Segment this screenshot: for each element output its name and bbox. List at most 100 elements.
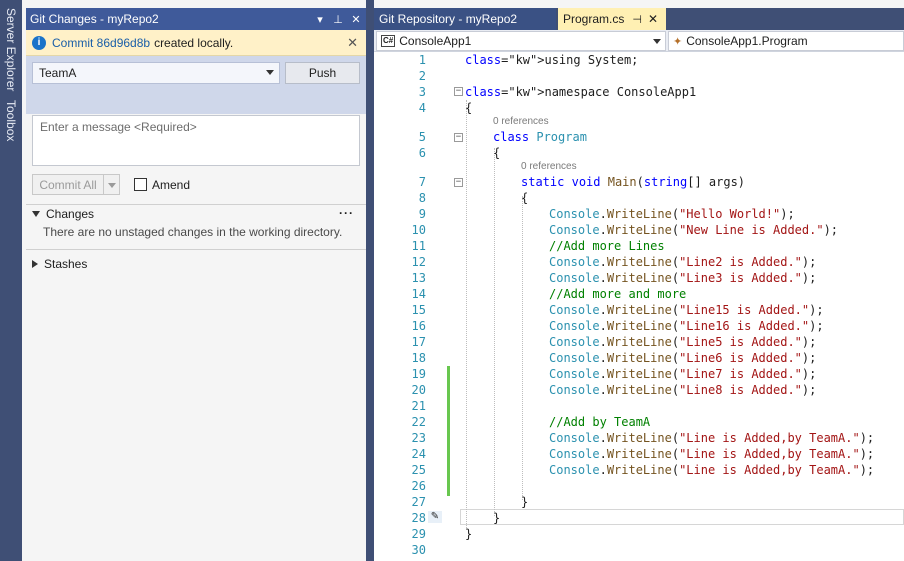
- server-explorer-tab[interactable]: Server Explorer: [0, 8, 22, 96]
- code-text: class Program: [493, 130, 587, 144]
- commit-options-dropdown[interactable]: [104, 174, 120, 195]
- code-text: Console.WriteLine("Hello World!");: [549, 207, 795, 221]
- tab-git-repository[interactable]: Git Repository - myRepo2: [374, 8, 556, 30]
- git-changes-title: Git Changes - myRepo2: [30, 12, 159, 26]
- branch-select[interactable]: TeamA: [32, 62, 280, 84]
- code-text: {: [465, 101, 473, 115]
- code-line[interactable]: 20 Console.WriteLine("Line8 is Added.");: [374, 382, 904, 398]
- class-label: ConsoleApp1.Program: [686, 34, 808, 48]
- line-number: 18: [411, 351, 426, 365]
- line-number: 1: [418, 53, 426, 67]
- toolbox-tab[interactable]: Toolbox: [0, 100, 22, 146]
- line-number: 15: [411, 303, 426, 317]
- line-number: 25: [411, 463, 426, 477]
- amend-checkbox[interactable]: [134, 178, 147, 191]
- code-line[interactable]: 8{: [374, 190, 904, 206]
- code-line[interactable]: 5 class Program: [374, 129, 904, 145]
- code-line[interactable]: 9 Console.WriteLine("Hello World!");: [374, 206, 904, 222]
- line-number: 8: [418, 191, 426, 205]
- more-options-icon[interactable]: ···: [339, 206, 354, 220]
- code-line[interactable]: 21: [374, 398, 904, 414]
- line-number: 12: [411, 255, 426, 269]
- code-text: Console.WriteLine("Line is Added,by Team…: [549, 431, 875, 445]
- code-line[interactable]: 29}: [374, 526, 904, 542]
- line-number: 26: [411, 479, 426, 493]
- commit-all-button[interactable]: Commit All: [32, 174, 104, 195]
- stashes-header[interactable]: Stashes: [32, 255, 360, 273]
- code-text: {: [521, 191, 529, 205]
- code-line[interactable]: 13 Console.WriteLine("Line3 is Added.");: [374, 270, 904, 286]
- dismiss-info-icon[interactable]: ✕: [347, 35, 358, 51]
- code-line[interactable]: 23 Console.WriteLine("Line is Added,by Te…: [374, 430, 904, 446]
- changes-note: There are no unstaged changes in the wor…: [43, 225, 343, 239]
- amend-option[interactable]: Amend: [134, 178, 190, 192]
- class-dropdown[interactable]: ✦ ConsoleApp1.Program: [668, 31, 904, 51]
- push-button[interactable]: Push: [285, 62, 360, 84]
- project-dropdown[interactable]: C# ConsoleApp1: [376, 31, 666, 51]
- code-line[interactable]: 19 Console.WriteLine("Line7 is Added.");: [374, 366, 904, 382]
- commit-link[interactable]: Commit 86d96d8b: [52, 36, 150, 50]
- line-number: 11: [411, 239, 426, 253]
- code-lens-references[interactable]: 0 references: [521, 161, 577, 172]
- changes-header-label: Changes: [46, 207, 95, 221]
- code-line[interactable]: 17 Console.WriteLine("Line5 is Added.");: [374, 334, 904, 350]
- code-line[interactable]: 30: [374, 542, 904, 558]
- line-number: 24: [411, 447, 426, 461]
- code-line[interactable]: 12 Console.WriteLine("Line2 is Added.");: [374, 254, 904, 270]
- code-text: Console.WriteLine("Line15 is Added.");: [549, 303, 824, 317]
- code-line[interactable]: 28}: [374, 510, 904, 526]
- code-line[interactable]: 25 Console.WriteLine("Line is Added,by Te…: [374, 462, 904, 478]
- code-text: //Add more Lines: [549, 239, 665, 253]
- code-line[interactable]: 26: [374, 478, 904, 494]
- window-position-icon[interactable]: ▾: [314, 13, 326, 26]
- line-number: 4: [418, 101, 426, 115]
- chevron-down-icon: [653, 39, 661, 44]
- code-editor[interactable]: ✎ − − − 0 references 0 references 1 class…: [374, 52, 904, 561]
- git-changes-panel: Git Changes - myRepo2 ▾ ⊥ ✕ i Commit 86d…: [26, 8, 366, 561]
- line-number: 2: [418, 69, 426, 83]
- pin-icon[interactable]: ⊥: [332, 13, 344, 26]
- code-line[interactable]: 11 //Add more Lines: [374, 238, 904, 254]
- commit-row: Commit All Amend: [32, 174, 190, 195]
- changes-header[interactable]: Changes: [32, 205, 360, 223]
- code-text: Console.WriteLine("Line2 is Added.");: [549, 255, 817, 269]
- code-line[interactable]: 2: [374, 68, 904, 84]
- code-text: }: [493, 511, 501, 525]
- close-tab-icon[interactable]: ✕: [648, 12, 658, 26]
- branch-area: TeamA Push: [26, 56, 366, 114]
- code-text: Console.WriteLine("Line7 is Added.");: [549, 367, 817, 381]
- chevron-down-icon: [266, 70, 274, 75]
- code-text: Console.WriteLine("New Line is Added.");: [549, 223, 839, 237]
- collapse-icon: [32, 260, 38, 268]
- code-line[interactable]: 18 Console.WriteLine("Line6 is Added.");: [374, 350, 904, 366]
- line-number: 14: [411, 287, 426, 301]
- pin-tab-icon[interactable]: ⊣: [632, 13, 642, 26]
- code-text: class="kw">using System;: [465, 53, 639, 67]
- code-line[interactable]: 16 Console.WriteLine("Line16 is Added.");: [374, 318, 904, 334]
- code-line[interactable]: 4{: [374, 100, 904, 116]
- code-line[interactable]: 6{: [374, 145, 904, 161]
- code-line[interactable]: 15 Console.WriteLine("Line15 is Added.");: [374, 302, 904, 318]
- panel-splitter[interactable]: [366, 0, 374, 561]
- csharp-project-icon: C#: [381, 35, 396, 47]
- commit-message-input[interactable]: Enter a message <Required>: [32, 115, 360, 166]
- code-line[interactable]: 27}: [374, 494, 904, 510]
- code-line[interactable]: 14 //Add more and more: [374, 286, 904, 302]
- code-line[interactable]: 3 class="kw">namespace ConsoleApp1: [374, 84, 904, 100]
- tab-program-cs[interactable]: Program.cs ⊣ ✕: [558, 8, 666, 30]
- code-line[interactable]: 22 //Add by TeamA: [374, 414, 904, 430]
- tab-label: Git Repository - myRepo2: [379, 12, 518, 26]
- editor-tab-bar: Git Repository - myRepo2 Program.cs ⊣ ✕: [374, 8, 904, 30]
- code-text: Console.WriteLine("Line6 is Added.");: [549, 351, 817, 365]
- tool-window-strip: Server Explorer Toolbox: [0, 0, 22, 561]
- info-icon: i: [32, 35, 46, 50]
- code-lens-references[interactable]: 0 references: [493, 116, 549, 127]
- divider: [26, 249, 366, 250]
- code-line[interactable]: 24 Console.WriteLine("Line is Added,by Te…: [374, 446, 904, 462]
- close-icon[interactable]: ✕: [350, 13, 362, 26]
- changes-section: Changes ··· There are no unstaged change…: [32, 205, 360, 239]
- code-line[interactable]: 10 Console.WriteLine("New Line is Added."…: [374, 222, 904, 238]
- code-line[interactable]: 1 class="kw">using System;: [374, 52, 904, 68]
- code-line[interactable]: 7 static void Main(string[] args): [374, 174, 904, 190]
- commit-info-bar: i Commit 86d96d8b created locally. ✕: [26, 30, 366, 56]
